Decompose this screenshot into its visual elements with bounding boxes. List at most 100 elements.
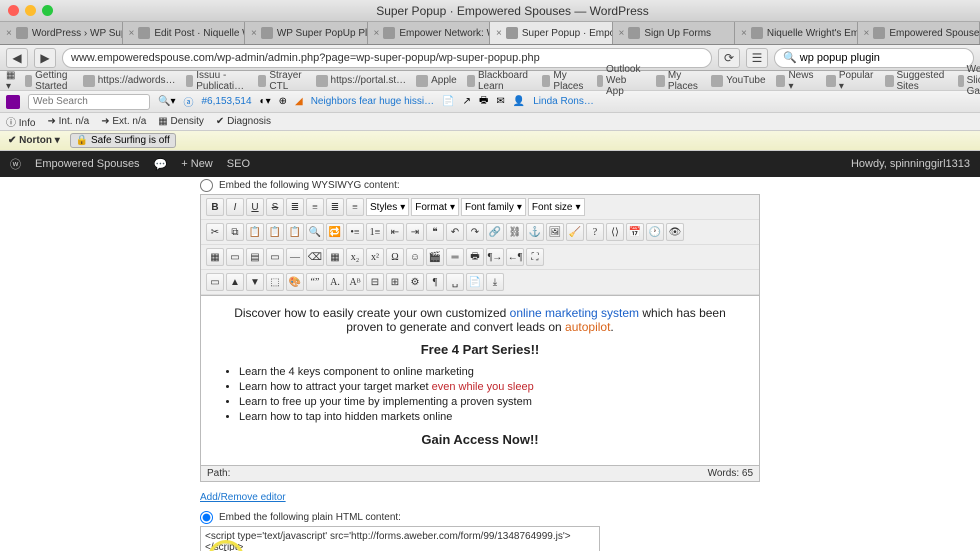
blockquote-button[interactable]: ❝ xyxy=(426,223,444,241)
pagerank-icon[interactable]: ◐▾ xyxy=(260,96,271,107)
reload-button[interactable]: ⟳ xyxy=(718,48,740,68)
abs-button[interactable]: ⬚ xyxy=(266,273,284,291)
wp-howdy[interactable]: Howdy, spinninggirl1313 xyxy=(851,158,970,170)
fullscreen-button[interactable]: ⛶ xyxy=(526,248,544,266)
wysiwyg-editor[interactable]: Discover how to easily create your own c… xyxy=(200,296,760,466)
embed-plain-html-radio[interactable] xyxy=(200,511,213,524)
strike-button[interactable]: S xyxy=(266,198,284,216)
wp-comments-icon[interactable]: 💬 xyxy=(154,158,168,171)
italic-button[interactable]: I xyxy=(226,198,244,216)
bookmark-item[interactable]: Outlook Web App xyxy=(597,64,646,97)
bookmarks-menu-icon[interactable]: ▦ ▾ xyxy=(6,70,15,92)
add-remove-editor-link[interactable]: Add/Remove editor xyxy=(200,492,286,503)
browser-tab[interactable]: ×WP Super PopUp Plugin - Fre… xyxy=(245,22,368,44)
table-props-button[interactable]: ▤ xyxy=(246,248,264,266)
layer-forward-button[interactable]: ▲ xyxy=(226,273,244,291)
browser-tab[interactable]: ×Sign Up Forms xyxy=(613,22,736,44)
styles-select[interactable]: Styles ▾ xyxy=(366,198,409,216)
cut-button[interactable]: ✂ xyxy=(206,223,224,241)
diagnosis-button[interactable]: ✔ Diagnosis xyxy=(216,116,271,127)
browser-tab[interactable]: ×Edit Post · Niquelle Wright's … xyxy=(123,22,246,44)
image-button[interactable]: 🖼 xyxy=(546,223,564,241)
help-button[interactable]: ? xyxy=(586,223,604,241)
del-button[interactable]: ⊟ xyxy=(366,273,384,291)
align-left-button[interactable]: ≣ xyxy=(286,198,304,216)
tab-close-icon[interactable]: × xyxy=(619,28,625,39)
bookmark-item[interactable]: News ▾ xyxy=(776,70,816,92)
paste-button[interactable]: 📋 xyxy=(246,223,264,241)
bookmark-item[interactable]: Blackboard Learn xyxy=(467,70,532,92)
browser-tab[interactable]: ×Niquelle Wright's Empower N… xyxy=(735,22,858,44)
advhr-button[interactable]: ═ xyxy=(446,248,464,266)
bookmark-item[interactable]: Apple xyxy=(416,75,457,87)
align-center-button[interactable]: ≡ xyxy=(306,198,324,216)
page-info-icon[interactable]: ⓘ Info xyxy=(6,114,35,129)
wp-logo-icon[interactable]: ⓦ xyxy=(10,156,21,172)
minimize-window-button[interactable] xyxy=(25,5,36,16)
styleprops-button[interactable]: 🎨 xyxy=(286,273,304,291)
bold-button[interactable]: B xyxy=(206,198,224,216)
yahoo-icon[interactable] xyxy=(6,95,20,109)
rss-feed[interactable]: Neighbors fear huge hissi… xyxy=(311,96,434,107)
emoticons-button[interactable]: ☺ xyxy=(406,248,424,266)
bookmark-item[interactable]: https://adwords… xyxy=(83,75,176,87)
flame-icon[interactable]: ◢ xyxy=(295,96,303,107)
share-icon[interactable]: ↗ xyxy=(463,96,471,107)
bookmark-item[interactable]: Popular ▾ xyxy=(826,70,875,92)
mail-icon[interactable]: 📄 xyxy=(442,96,454,107)
attribs-button[interactable]: ⚙ xyxy=(406,273,424,291)
ltr-button[interactable]: ¶→ xyxy=(486,248,504,266)
clean-button[interactable]: 🧹 xyxy=(566,223,584,241)
bookmark-item[interactable]: My Places xyxy=(542,70,587,92)
print-button[interactable]: 🖶 xyxy=(466,248,484,266)
layer-back-button[interactable]: ▼ xyxy=(246,273,264,291)
link-button[interactable]: 🔗 xyxy=(486,223,504,241)
abbr-button[interactable]: A. xyxy=(326,273,344,291)
zoom-window-button[interactable] xyxy=(42,5,53,16)
close-window-button[interactable] xyxy=(8,5,19,16)
indent-button[interactable]: ⇥ xyxy=(406,223,424,241)
browser-tab[interactable]: ×Empower Network: Weird Ma… xyxy=(368,22,491,44)
web-search-input[interactable] xyxy=(28,94,150,110)
norton-label[interactable]: Norton ▾ xyxy=(19,135,60,146)
bookmark-item[interactable]: Suggested Sites xyxy=(885,70,948,92)
gmail-icon[interactable]: ✉ xyxy=(496,96,504,107)
rtl-button[interactable]: ←¶ xyxy=(506,248,524,266)
numbered-list-button[interactable]: 1≡ xyxy=(366,223,384,241)
table-row-button[interactable]: ▭ xyxy=(226,248,244,266)
tab-close-icon[interactable]: × xyxy=(496,28,502,39)
cite-button[interactable]: “” xyxy=(306,273,324,291)
search-icon[interactable]: 🔍▾ xyxy=(158,96,175,107)
align-justify-button[interactable]: ≡ xyxy=(346,198,364,216)
bullet-list-button[interactable]: •≡ xyxy=(346,223,364,241)
visual-aid-button[interactable]: ▦ xyxy=(326,248,344,266)
remove-format-button[interactable]: ⌫ xyxy=(306,248,324,266)
font-size-select[interactable]: Font size ▾ xyxy=(528,198,585,216)
charmap-button[interactable]: Ω xyxy=(386,248,404,266)
table-button[interactable]: ▦ xyxy=(206,248,224,266)
preview-button[interactable]: 👁 xyxy=(666,223,684,241)
font-family-select[interactable]: Font family ▾ xyxy=(461,198,526,216)
format-select[interactable]: Format ▾ xyxy=(411,198,459,216)
browser-tab-active[interactable]: ×Super Popup · Empowered Sp… xyxy=(490,22,613,44)
ins-button[interactable]: ⊞ xyxy=(386,273,404,291)
tab-close-icon[interactable]: × xyxy=(374,28,380,39)
extension-icon[interactable]: ⊕ xyxy=(279,96,287,107)
browser-tab[interactable]: ×WordPress › WP Super Popup … xyxy=(0,22,123,44)
acronym-button[interactable]: Aᴮ xyxy=(346,273,364,291)
reader-button[interactable]: ☰ xyxy=(746,48,768,68)
bookmark-item[interactable]: YouTube xyxy=(711,75,765,87)
time-button[interactable]: 🕐 xyxy=(646,223,664,241)
browser-tab[interactable]: ×Empowered Spouses | Preven… xyxy=(858,22,980,44)
tab-close-icon[interactable]: × xyxy=(741,28,747,39)
density-button[interactable]: ▦ Density xyxy=(158,116,204,127)
code-button[interactable]: ⟨⟩ xyxy=(606,223,624,241)
norton-status-badge[interactable]: 🔒 Safe Surfing is off xyxy=(70,133,176,148)
plain-html-textarea[interactable] xyxy=(200,526,600,551)
bookmark-item[interactable]: Getting Started xyxy=(25,70,72,92)
sup-button[interactable]: x² xyxy=(366,248,384,266)
table-delete-button[interactable]: ▭ xyxy=(266,248,284,266)
bookmark-item[interactable]: My Places xyxy=(656,70,701,92)
tab-close-icon[interactable]: × xyxy=(251,28,257,39)
ext-links[interactable]: ➜ Ext. n/a xyxy=(101,116,146,127)
